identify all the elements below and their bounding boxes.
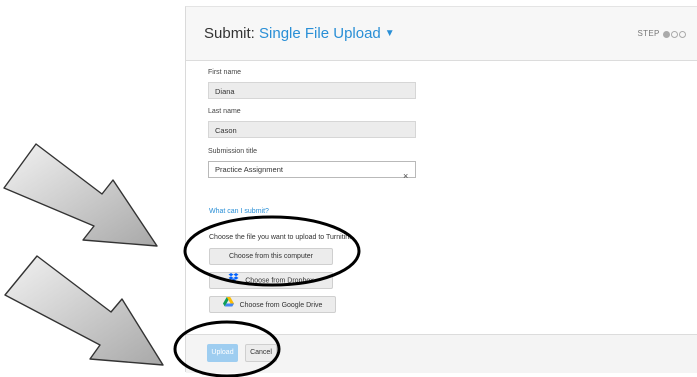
arrow-icon: [4, 255, 164, 366]
panel-header: Submit: Single File Upload ▼ STEP: [186, 7, 697, 61]
panel-footer: Upload Cancel: [186, 334, 697, 373]
dropbox-icon: [228, 273, 239, 288]
page-title: Submit: Single File Upload ▼: [204, 25, 395, 42]
what-can-i-submit-link[interactable]: What can I submit?: [209, 208, 269, 215]
step-label: STEP: [637, 29, 660, 38]
clear-icon[interactable]: ×: [403, 171, 408, 181]
choose-from-google-drive-button[interactable]: Choose from Google Drive: [209, 296, 336, 313]
first-name-field[interactable]: Diana: [208, 82, 416, 99]
choose-from-google-drive-label: Choose from Google Drive: [239, 301, 323, 309]
upload-button[interactable]: Upload: [207, 344, 238, 362]
caret-down-icon: ▼: [384, 28, 395, 39]
choose-from-computer-button[interactable]: Choose from this computer: [209, 248, 333, 265]
first-name-label: First name: [208, 69, 242, 76]
step-dot-2: [671, 31, 678, 38]
last-name-field[interactable]: Cason: [208, 121, 416, 138]
choose-from-computer-label: Choose from this computer: [228, 253, 314, 260]
title-prefix: Submit:: [204, 25, 255, 42]
choose-from-dropbox-label: Choose from Dropbox: [245, 277, 314, 285]
submission-title-input[interactable]: [208, 161, 416, 178]
choose-file-prompt: Choose the file you want to upload to Tu…: [209, 234, 352, 241]
submission-title-label: Submission title: [208, 148, 258, 155]
step-indicator: STEP: [638, 29, 686, 38]
choose-from-dropbox-button[interactable]: Choose from Dropbox: [209, 272, 333, 289]
step-dot-3: [679, 31, 686, 38]
google-drive-icon: [222, 297, 234, 313]
arrow-icon: [3, 143, 158, 247]
submission-type-label: Single File Upload: [259, 25, 381, 42]
last-name-label: Last name: [208, 108, 241, 115]
cancel-button[interactable]: Cancel: [245, 344, 277, 362]
submission-panel: Submit: Single File Upload ▼ STEP First n…: [185, 6, 697, 373]
step-dot-1: [663, 31, 670, 38]
submission-type-dropdown[interactable]: Single File Upload ▼: [259, 25, 395, 42]
